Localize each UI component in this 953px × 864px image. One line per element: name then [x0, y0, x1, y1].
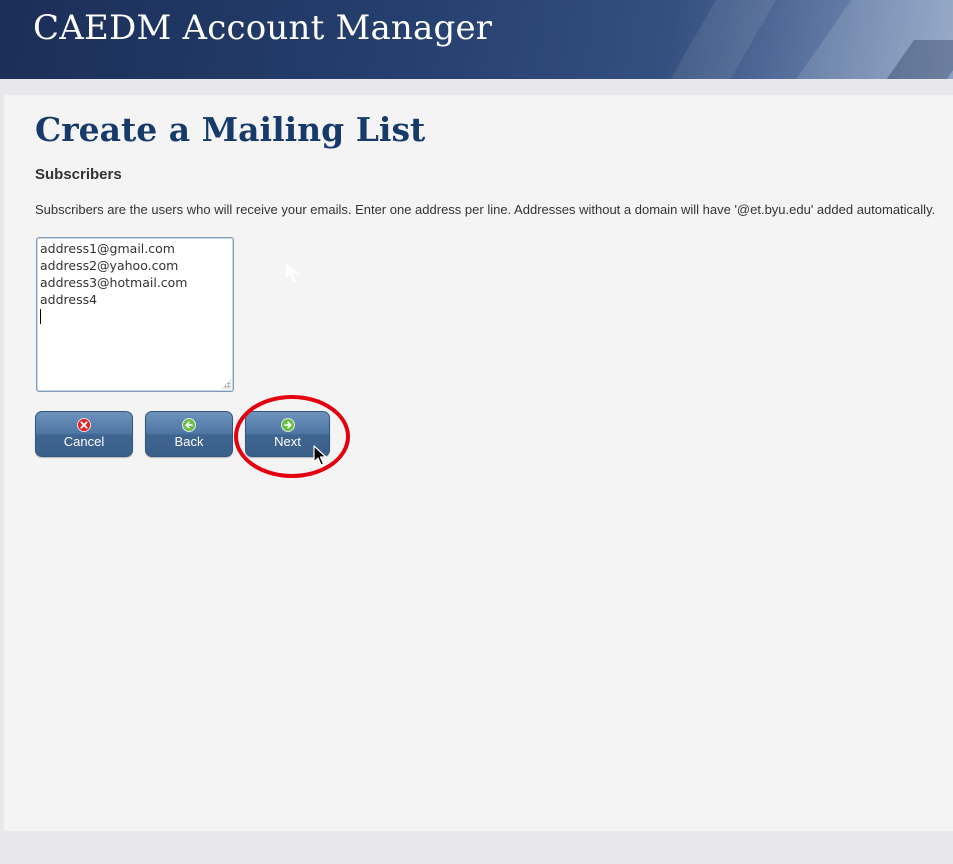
page-title: Create a Mailing List [35, 110, 426, 149]
text-caret [40, 309, 41, 324]
header-banner: CAEDM Account Manager [0, 0, 953, 79]
section-heading: Subscribers [35, 166, 122, 183]
cancel-button-label: Cancel [63, 434, 105, 449]
arrow-right-icon [280, 418, 295, 432]
next-button[interactable]: Next [245, 411, 330, 457]
back-button-label: Back [174, 434, 204, 449]
subscriber-line: address1@gmail.com [40, 241, 175, 256]
cancel-x-icon [77, 418, 91, 432]
next-button-label: Next [274, 434, 301, 449]
subscriber-line: address2@yahoo.com [40, 258, 179, 273]
subscriber-line: address3@hotmail.com [40, 275, 188, 290]
cancel-button[interactable]: Cancel [35, 411, 133, 457]
banner-decoration [652, 0, 788, 79]
resize-grip-icon[interactable] [221, 379, 231, 389]
subscriber-line: address4 [40, 292, 98, 307]
arrow-left-icon [182, 418, 196, 432]
subscribers-textarea[interactable]: address1@gmail.com address2@yahoo.com ad… [36, 237, 234, 392]
app-title: CAEDM Account Manager [33, 8, 493, 48]
subscribers-description: Subscribers are the users who will recei… [35, 202, 936, 217]
back-button[interactable]: Back [145, 411, 233, 457]
